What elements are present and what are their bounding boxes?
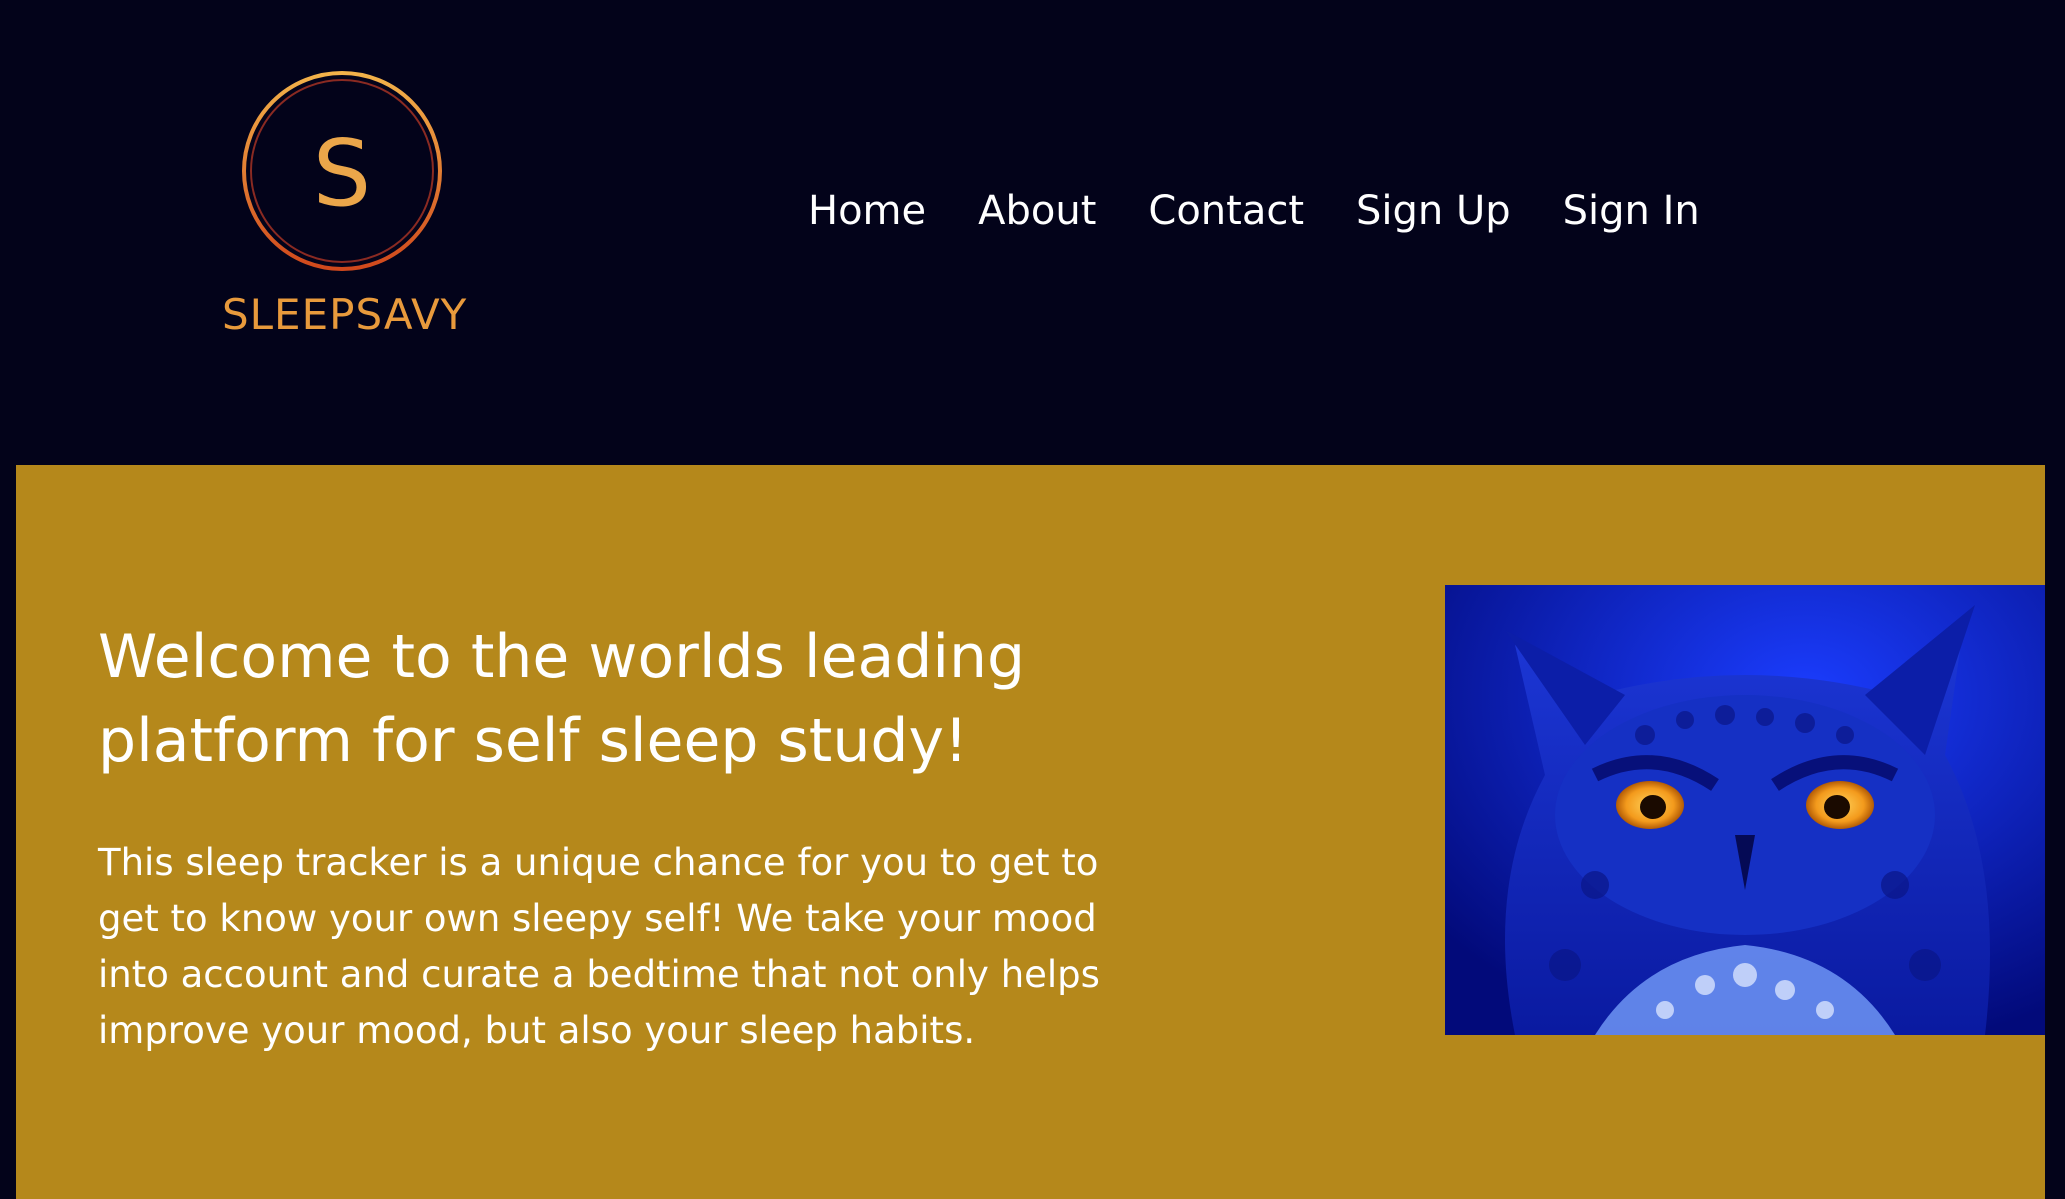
site-header: S SLEEPSAVY Home About Contact Sign Up S… — [0, 0, 2065, 465]
owl-image — [1445, 585, 2045, 1035]
hero-title: Welcome to the worlds leading platform f… — [98, 622, 1026, 776]
hero-section: Welcome to the worlds leading platform f… — [16, 465, 2045, 1199]
owl-icon — [1445, 585, 2045, 1035]
nav-about[interactable]: About — [978, 188, 1096, 234]
nav-contact[interactable]: Contact — [1148, 188, 1304, 234]
main-nav: Home About Contact Sign Up Sign In — [808, 188, 1700, 234]
logo-letter: S — [313, 120, 371, 227]
nav-home[interactable]: Home — [808, 188, 926, 234]
nav-sign-in[interactable]: Sign In — [1563, 188, 1700, 234]
hero-description: This sleep tracker is a unique chance fo… — [98, 841, 1100, 1052]
nav-sign-up[interactable]: Sign Up — [1356, 188, 1511, 234]
brand-name: SLEEPSAVY — [222, 290, 468, 339]
logo-circle-icon: S — [242, 71, 442, 271]
brand-logo[interactable]: S SLEEPSAVY — [222, 65, 468, 355]
